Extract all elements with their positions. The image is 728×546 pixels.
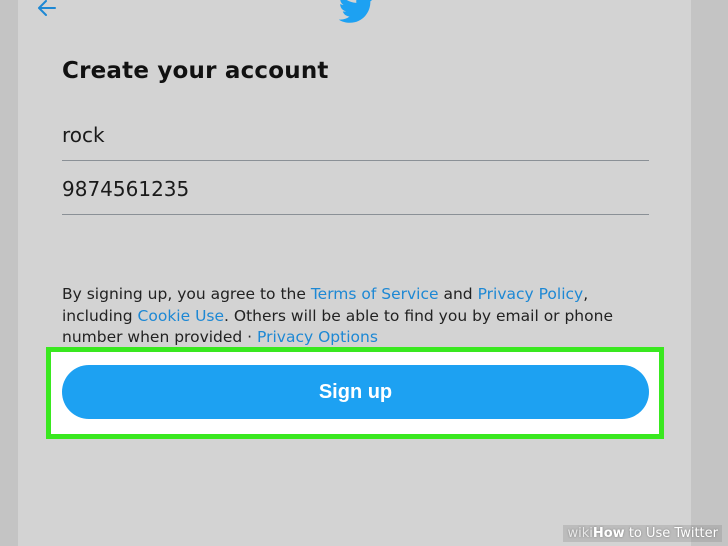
twitter-bird-icon (339, 0, 373, 23)
name-input-value: rock (62, 123, 105, 147)
privacy-options-link[interactable]: Privacy Options (257, 328, 378, 346)
phone-input-value: 9874561235 (62, 177, 190, 201)
screen: Create your account rock 9874561235 By s… (0, 0, 728, 546)
page-title: Create your account (62, 58, 329, 84)
back-arrow-icon[interactable] (36, 0, 58, 19)
legal-text-part: and (438, 285, 478, 303)
legal-text-part: By signing up, you agree to the (62, 285, 311, 303)
legal-text: By signing up, you agree to the Terms of… (62, 284, 662, 349)
watermark-title: to Use Twitter (624, 526, 718, 541)
watermark-how: How (592, 526, 625, 541)
sign-up-button[interactable]: Sign up (62, 365, 649, 419)
name-input[interactable]: rock (62, 116, 649, 161)
watermark-wiki: wiki (567, 526, 593, 541)
cookie-use-link[interactable]: Cookie Use (138, 307, 225, 325)
phone-input[interactable]: 9874561235 (62, 170, 649, 215)
privacy-policy-link[interactable]: Privacy Policy (478, 285, 584, 303)
terms-of-service-link[interactable]: Terms of Service (311, 285, 439, 303)
wikihow-watermark: wikiHow to Use Twitter (563, 525, 722, 542)
